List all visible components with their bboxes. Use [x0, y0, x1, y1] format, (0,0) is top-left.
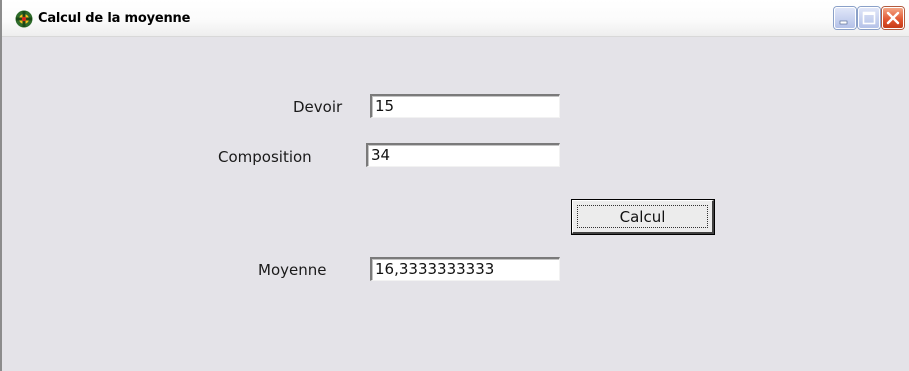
minimize-button[interactable] [834, 7, 856, 29]
devoir-label: Devoir [293, 98, 343, 116]
close-button[interactable] [882, 7, 904, 29]
composition-input[interactable]: 34 [366, 143, 560, 167]
moyenne-label: Moyenne [258, 261, 327, 279]
maximize-icon [862, 11, 876, 25]
app-window: Calcul de la moyenne Devoir 15 Compositi… [0, 0, 909, 371]
calcul-button[interactable]: Calcul [571, 199, 715, 235]
form-client-area: Devoir 15 Composition 34 Calcul Moyenne … [2, 37, 909, 371]
calcul-button-label: Calcul [577, 205, 708, 228]
maximize-button[interactable] [858, 7, 880, 29]
composition-label: Composition [218, 148, 312, 166]
close-icon [886, 11, 900, 25]
title-bar[interactable]: Calcul de la moyenne [2, 0, 909, 37]
devoir-input[interactable]: 15 [370, 94, 560, 118]
window-title: Calcul de la moyenne [38, 11, 191, 26]
app-icon [14, 9, 34, 29]
minimize-icon [839, 20, 848, 25]
moyenne-output[interactable]: 16,3333333333 [370, 257, 560, 281]
